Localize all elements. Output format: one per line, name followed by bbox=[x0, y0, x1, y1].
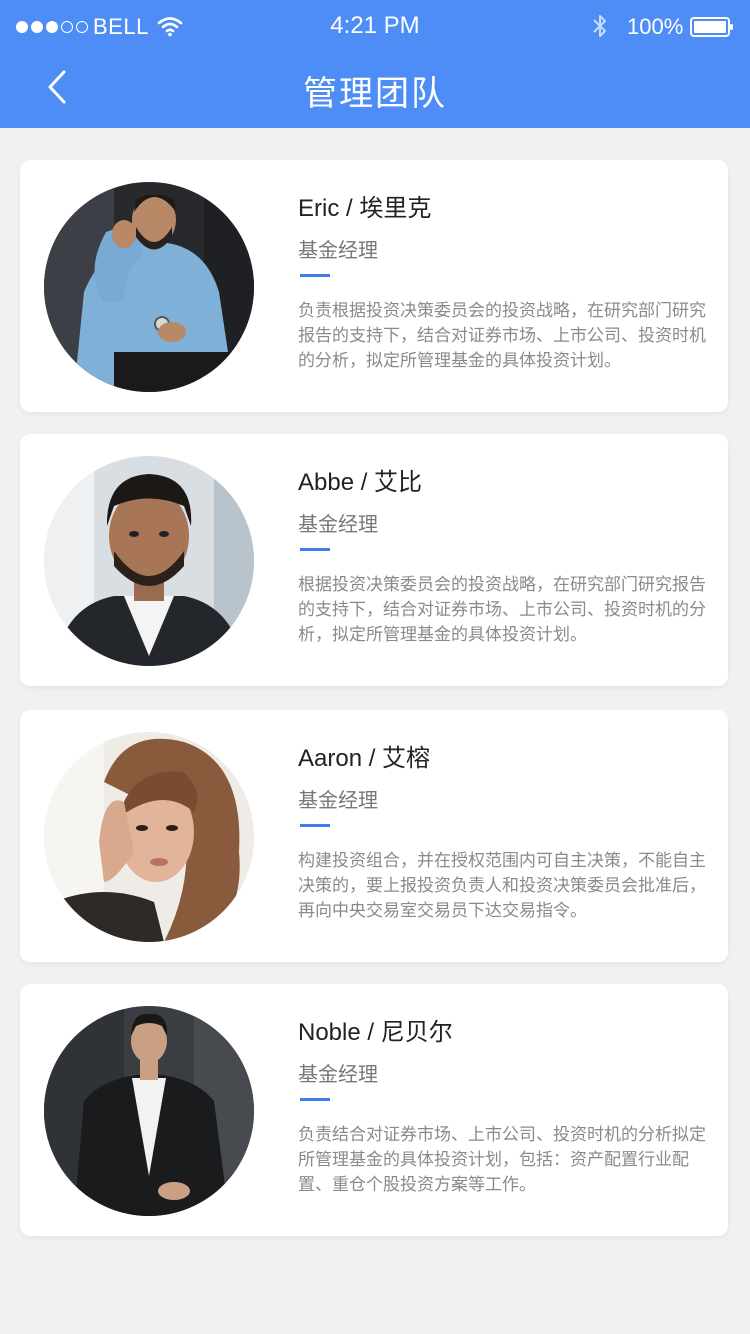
bluetooth-icon bbox=[589, 12, 611, 40]
avatar bbox=[44, 182, 254, 392]
team-member-card[interactable]: Abbe / 艾比 基金经理 根据投资决策委员会的投资战略，在研究部门研究报告的… bbox=[20, 434, 728, 686]
page-title: 管理团队 bbox=[303, 75, 447, 113]
accent-divider bbox=[300, 824, 330, 827]
accent-divider bbox=[300, 1098, 330, 1101]
avatar bbox=[44, 456, 254, 666]
member-role: 基金经理 bbox=[298, 790, 378, 812]
member-name: Aaron / 艾榕 bbox=[298, 745, 431, 772]
member-photo bbox=[44, 732, 254, 942]
battery-icon bbox=[690, 16, 734, 38]
member-photo bbox=[44, 1006, 254, 1216]
team-member-card[interactable]: Aaron / 艾榕 基金经理 构建投资组合，并在授权范围内可自主决策，不能自主… bbox=[20, 710, 728, 962]
member-description: 负责结合对证券市场、上市公司、投资时机的分析拟定所管理基金的具体投资计划，包括：… bbox=[298, 1125, 706, 1194]
avatar bbox=[44, 1006, 254, 1216]
member-photo bbox=[44, 456, 254, 666]
member-name: Eric / 埃里克 bbox=[298, 195, 432, 222]
member-photo bbox=[44, 182, 254, 392]
member-role: 基金经理 bbox=[298, 1064, 378, 1086]
app-header: BELL 4:21 PM 100% 管理团队 bbox=[0, 0, 750, 128]
accent-divider bbox=[300, 274, 330, 277]
member-role: 基金经理 bbox=[298, 240, 378, 262]
navigation-bar: 管理团队 bbox=[0, 54, 750, 128]
status-bar: BELL 4:21 PM 100% bbox=[0, 0, 750, 54]
member-description: 负责根据投资决策委员会的投资战略，在研究部门研究报告的支持下，结合对证券市场、上… bbox=[298, 301, 706, 370]
avatar bbox=[44, 732, 254, 942]
member-role: 基金经理 bbox=[298, 514, 378, 536]
member-description: 构建投资组合，并在授权范围内可自主决策，不能自主决策的，要上报投资负责人和投资决… bbox=[298, 851, 706, 920]
member-name: Abbe / 艾比 bbox=[298, 469, 423, 496]
member-description: 根据投资决策委员会的投资战略，在研究部门研究报告的支持下，结合对证券市场、上市公… bbox=[298, 575, 706, 644]
team-member-card[interactable]: Noble / 尼贝尔 基金经理 负责结合对证券市场、上市公司、投资时机的分析拟… bbox=[20, 984, 728, 1236]
accent-divider bbox=[300, 548, 330, 551]
member-name: Noble / 尼贝尔 bbox=[298, 1019, 453, 1046]
battery-percentage: 100% bbox=[627, 14, 684, 39]
team-member-card[interactable]: Eric / 埃里克 基金经理 负责根据投资决策委员会的投资战略，在研究部门研究… bbox=[20, 160, 728, 412]
